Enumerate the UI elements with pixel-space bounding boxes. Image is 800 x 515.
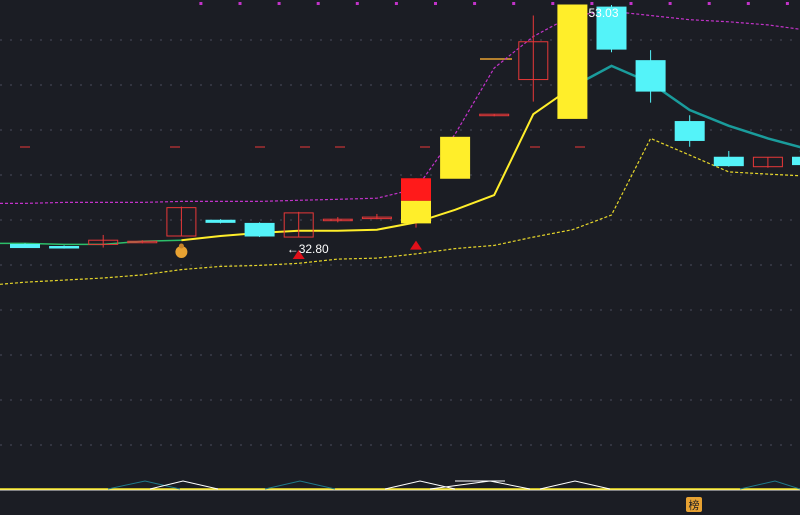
indicator-wave	[539, 480, 611, 490]
top-marker	[785, 2, 789, 5]
candle-body	[792, 156, 800, 166]
top-marker	[590, 2, 594, 5]
candle-body	[244, 222, 275, 237]
lower-band-line	[0, 137, 800, 285]
high-price-label: 53.03	[589, 6, 619, 20]
top-marker	[394, 2, 398, 5]
candle-body	[10, 243, 40, 249]
top-marker	[707, 2, 711, 5]
indicator-wave	[429, 480, 531, 490]
reference-dashes	[20, 58, 585, 148]
candle-body	[401, 178, 431, 201]
candle-body	[674, 121, 705, 141]
top-marker	[316, 2, 320, 5]
top-marker	[512, 2, 516, 5]
top-marker	[434, 2, 437, 5]
candle-body	[635, 60, 666, 92]
indicator-wave	[149, 480, 219, 490]
badge-label: 榜	[689, 498, 700, 512]
top-marker	[199, 2, 203, 5]
top-marker	[277, 2, 281, 5]
chart-grid	[0, 39, 800, 491]
top-marker	[551, 2, 555, 5]
top-marker	[668, 2, 672, 5]
candle-body	[49, 246, 80, 249]
indicator-wave	[384, 480, 456, 490]
buy-signal-triangle	[410, 240, 422, 250]
indicator-panel	[0, 480, 800, 490]
indicator-wave	[739, 480, 800, 490]
candle-body	[713, 156, 744, 167]
candle-body	[440, 136, 471, 179]
indicator-wave	[107, 480, 181, 490]
top-marker	[238, 2, 242, 5]
top-marker	[629, 2, 633, 5]
candle-body	[557, 4, 588, 119]
candle-body	[401, 200, 431, 224]
indicator-wave	[264, 480, 336, 490]
price-chart: ←32.80 53.03 榜	[0, 2, 800, 512]
top-marker	[746, 2, 750, 5]
top-marker	[473, 2, 477, 5]
top-marker	[355, 2, 359, 5]
low-price-label: ←32.80	[287, 242, 329, 256]
indicator-badge[interactable]: 榜	[686, 497, 702, 512]
moving-average	[0, 64, 800, 246]
money-bag-icon-knot	[178, 243, 184, 249]
candle-body	[205, 219, 236, 223]
candles	[10, 4, 800, 249]
top-markers	[199, 2, 789, 5]
